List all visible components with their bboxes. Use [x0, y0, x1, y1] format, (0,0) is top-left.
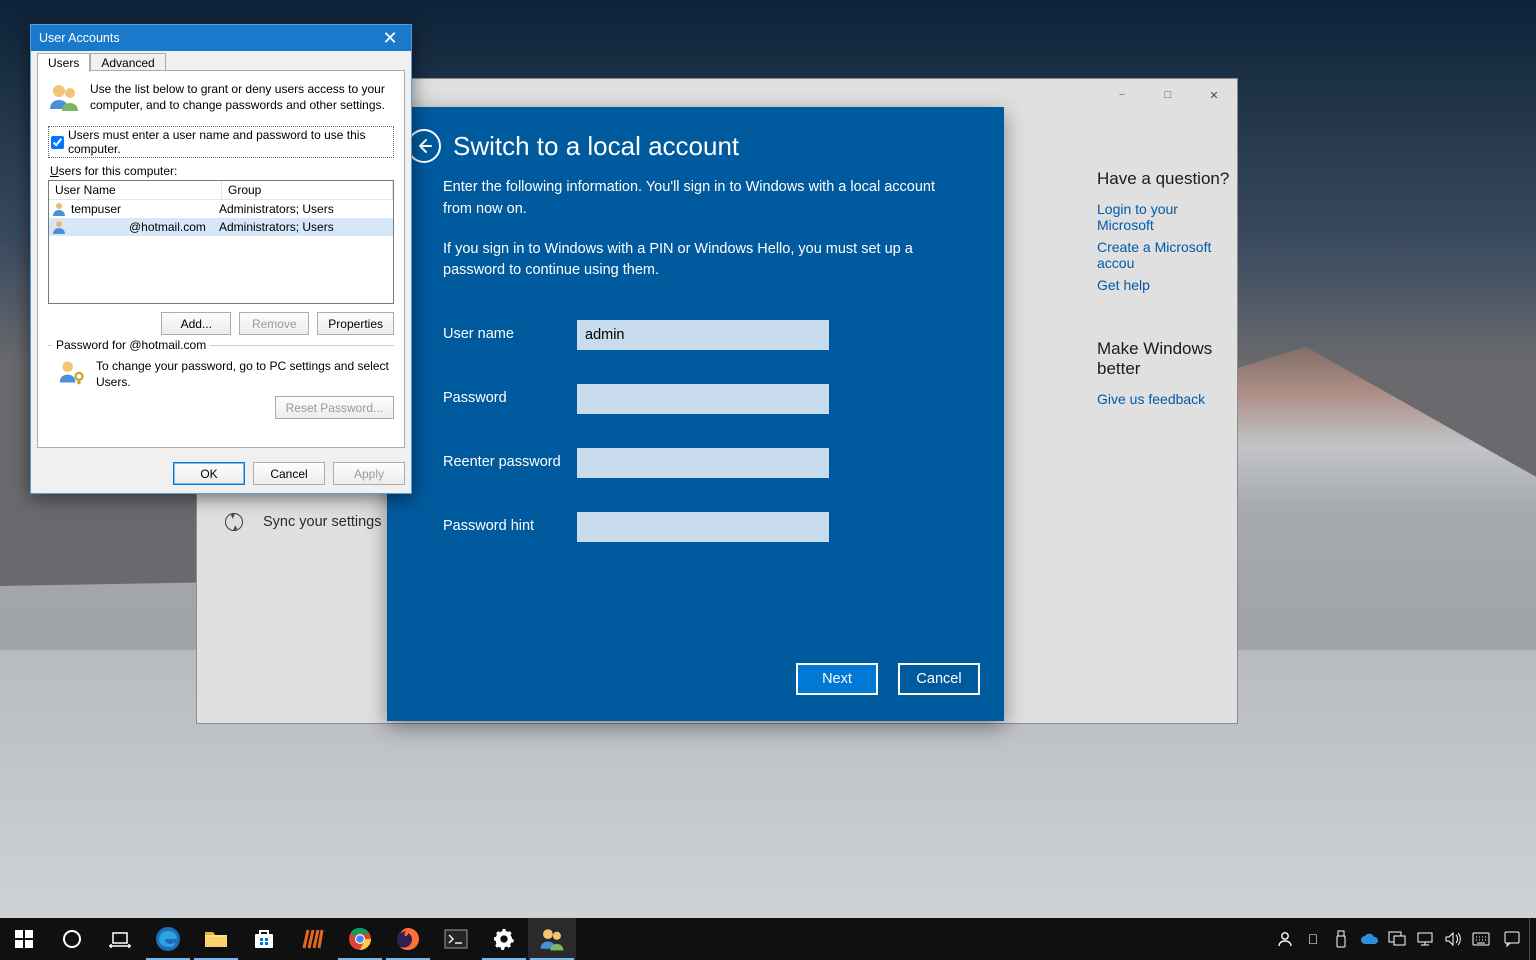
user-row-group: Administrators; Users [213, 202, 393, 216]
switch-local-account-panel: Switch to a local account Enter the foll… [387, 107, 1004, 721]
windows-logo-icon [15, 930, 33, 948]
users-listview-header[interactable]: User Name Group [49, 181, 393, 200]
chevron-up-icon:  [1308, 931, 1319, 947]
notification-icon [1503, 930, 1521, 948]
store-icon [252, 927, 276, 951]
cortana-button[interactable] [48, 918, 96, 960]
switch-intro-1: Enter the following information. You'll … [443, 177, 948, 221]
user-accounts-titlebar[interactable]: User Accounts ✕ [31, 25, 411, 51]
add-user-button[interactable]: Add... [161, 312, 231, 335]
users-listview[interactable]: User Name Group tempuser Administrators;… [48, 180, 394, 304]
folder-icon [204, 929, 228, 949]
tray-onedrive[interactable] [1355, 918, 1383, 960]
column-username[interactable]: User Name [49, 181, 222, 199]
taskbar:  [0, 918, 1536, 960]
user-icon [51, 201, 67, 217]
users-icon [48, 81, 80, 116]
next-button[interactable]: Next [796, 663, 878, 695]
taskbar-app-firefox[interactable] [384, 918, 432, 960]
chrome-icon [348, 927, 372, 951]
tray-usb[interactable] [1327, 918, 1355, 960]
taskbar-app-settings[interactable] [480, 918, 528, 960]
key-user-icon [58, 358, 86, 389]
cloud-icon [1359, 932, 1379, 946]
password-for-legend: Password for @hotmail.com [52, 338, 210, 352]
user-icon [51, 219, 67, 235]
password-change-text: To change your password, go to PC settin… [96, 358, 390, 390]
tray-screen[interactable] [1383, 918, 1411, 960]
ok-button[interactable]: OK [173, 462, 245, 485]
taskbar-app-generic-orange[interactable] [288, 918, 336, 960]
cancel-button-ua[interactable]: Cancel [253, 462, 325, 485]
user-row-name: tempuser [71, 202, 121, 216]
taskbar-app-edge[interactable] [144, 918, 192, 960]
user-accounts-title: User Accounts [39, 31, 120, 45]
username-input[interactable] [577, 320, 829, 350]
user-row[interactable]: @hotmail.com Administrators; Users [49, 218, 393, 236]
taskbar-app-store[interactable] [240, 918, 288, 960]
require-password-checkbox[interactable] [51, 136, 64, 149]
usb-icon [1335, 930, 1347, 948]
users-icon [539, 926, 565, 952]
keyboard-icon [1472, 931, 1490, 947]
speaker-icon [1444, 931, 1462, 947]
taskbar-app-user-accounts[interactable] [528, 918, 576, 960]
user-accounts-intro: Use the list below to grant or deny user… [90, 81, 394, 116]
taskbar-app-file-explorer[interactable] [192, 918, 240, 960]
password-hint-input[interactable] [577, 512, 829, 542]
user-row-name: @hotmail.com [71, 220, 206, 234]
label-password: Password [443, 388, 577, 410]
people-icon [1276, 930, 1294, 948]
require-password-label: Users must enter a user name and passwor… [68, 128, 389, 156]
gear-icon [493, 928, 515, 950]
user-row-group: Administrators; Users [213, 220, 393, 234]
network-icon [1416, 931, 1434, 947]
arrow-left-icon [416, 138, 432, 154]
remove-user-button[interactable]: Remove [239, 312, 309, 335]
reset-password-button[interactable]: Reset Password... [275, 396, 394, 419]
tray-language[interactable] [1467, 918, 1495, 960]
task-view-icon [109, 930, 131, 948]
user-row[interactable]: tempuser Administrators; Users [49, 200, 393, 218]
switch-intro-2: If you sign in to Windows with a PIN or … [443, 239, 948, 283]
cancel-button[interactable]: Cancel [898, 663, 980, 695]
column-group[interactable]: Group [222, 181, 393, 199]
apply-button[interactable]: Apply [333, 462, 405, 485]
label-reenter-password: Reenter password [443, 452, 577, 474]
start-button[interactable] [0, 918, 48, 960]
properties-button[interactable]: Properties [317, 312, 394, 335]
label-password-hint: Password hint [443, 516, 577, 538]
terminal-icon [445, 930, 467, 948]
label-username: User name [443, 324, 577, 346]
require-password-checkbox-row[interactable]: Users must enter a user name and passwor… [48, 126, 394, 158]
user-accounts-close-button[interactable]: ✕ [369, 25, 411, 51]
taskbar-app-terminal[interactable] [432, 918, 480, 960]
users-for-computer-label: Users for this computer: [50, 164, 394, 178]
tray-network[interactable] [1411, 918, 1439, 960]
edge-icon [155, 926, 181, 952]
switch-title: Switch to a local account [453, 131, 739, 162]
back-button[interactable] [407, 129, 441, 163]
project-icon [1388, 931, 1406, 947]
taskbar-app-chrome[interactable] [336, 918, 384, 960]
stripes-icon [301, 928, 323, 950]
reenter-password-input[interactable] [577, 448, 829, 478]
tray-overflow-chevron[interactable]:  [1299, 918, 1327, 960]
tray-action-center[interactable] [1495, 918, 1529, 960]
task-view-button[interactable] [96, 918, 144, 960]
show-desktop-button[interactable] [1529, 918, 1536, 960]
cortana-icon [62, 929, 82, 949]
firefox-icon [396, 927, 420, 951]
password-input[interactable] [577, 384, 829, 414]
tray-volume[interactable] [1439, 918, 1467, 960]
user-accounts-dialog: User Accounts ✕ Users Advanced Use the l… [30, 24, 412, 494]
tab-users[interactable]: Users [37, 53, 90, 72]
tray-people[interactable] [1271, 918, 1299, 960]
